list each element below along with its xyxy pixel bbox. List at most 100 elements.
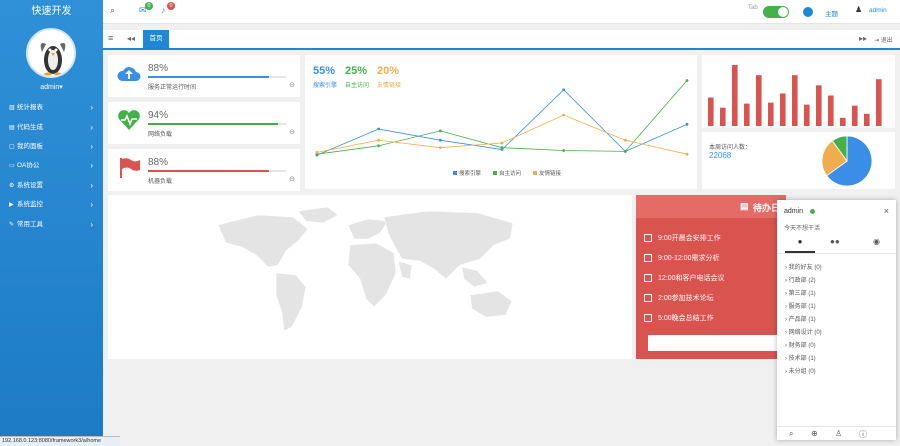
todo-checkbox[interactable] xyxy=(644,314,652,323)
tab-strip: ≡ ◂◂ 首页 ▸▸ ⇥ 退出 xyxy=(103,30,900,50)
data-point xyxy=(438,146,442,150)
tab-groups-icon[interactable]: ●● xyxy=(830,237,840,246)
contact-group[interactable]: › 第三部 (1) xyxy=(785,288,816,297)
contact-group[interactable]: › 网络设计 (0) xyxy=(785,327,822,336)
contact-group[interactable]: › 我的好友 (0) xyxy=(785,262,822,271)
toggle-knob xyxy=(778,7,788,17)
bar xyxy=(840,117,846,126)
network-value: 94% xyxy=(148,110,169,121)
close-icon[interactable]: × xyxy=(884,206,889,216)
chevron-right-icon: › xyxy=(90,181,93,190)
sidebar-item-reports[interactable]: ▥ 统计报表 › xyxy=(0,98,103,117)
sidebar-user[interactable]: admin▾ xyxy=(0,83,103,91)
tabs-forward-icon[interactable]: ▸▸ xyxy=(859,34,867,43)
data-point xyxy=(623,150,627,153)
chevron-right-icon: › xyxy=(90,200,93,209)
app-title: 快速开发 xyxy=(31,6,72,17)
message-icon[interactable]: ✉ 0 xyxy=(139,2,153,16)
tab-toggle[interactable] xyxy=(763,6,789,18)
contact-group[interactable]: › 服务部 (1) xyxy=(785,301,816,310)
theme-link[interactable]: 主题 xyxy=(825,8,838,18)
todo-item[interactable]: 12:00和客户电话会议 xyxy=(644,273,725,283)
todo-checkbox[interactable] xyxy=(644,234,652,243)
todo-checkbox[interactable] xyxy=(644,294,652,303)
chat-user-name: admin xyxy=(784,208,804,215)
pie-chart-card: 本周访问人数： 22068 xyxy=(702,132,895,189)
home-icon: ▢ xyxy=(9,144,15,150)
more-icon[interactable]: ⊖ xyxy=(289,175,295,183)
contact-group[interactable]: › 未分组 (0) xyxy=(785,366,816,375)
todo-item[interactable]: 2:00参加技术论坛 xyxy=(644,293,714,303)
data-point xyxy=(438,138,442,142)
chat-tabs: ● ●● ◉ xyxy=(777,237,896,254)
bar xyxy=(744,103,750,126)
todo-card: ▤ 待办日 9:00开晨会安排工作 9:00-12:00需求分析 12:00和客… xyxy=(636,195,786,359)
menu-toggle-icon[interactable]: ≡ xyxy=(108,33,113,43)
todo-text: 5:00晚会总结工作 xyxy=(658,315,714,322)
search-icon[interactable]: ⌕ xyxy=(110,5,115,16)
cloud-upload-icon xyxy=(117,67,141,81)
todo-checkbox[interactable] xyxy=(644,274,652,283)
weekly-bar-chart xyxy=(708,65,882,126)
sidebar-item-label: 系统设置 xyxy=(17,182,43,189)
weekly-visitors-label: 本周访问人数： xyxy=(709,145,752,151)
data-point xyxy=(562,149,566,152)
sidebar-item-panel[interactable]: ▢ 我的面板 › xyxy=(0,137,103,156)
contact-group-label: 技术部 (1) xyxy=(788,356,816,362)
tabs-back-icon[interactable]: ◂◂ xyxy=(127,34,135,43)
bell-icon[interactable]: ♪ 0 xyxy=(161,2,175,15)
contact-group[interactable]: › 技术部 (1) xyxy=(785,353,816,362)
sidebar-item-label: 系统监控 xyxy=(17,201,43,208)
legend-swatch xyxy=(493,171,497,175)
search-icon[interactable]: ⌕ xyxy=(789,429,793,439)
tab-friends-icon[interactable]: ● xyxy=(785,237,815,253)
data-point xyxy=(562,113,566,117)
bar xyxy=(732,65,738,126)
info-icon[interactable]: ⓘ xyxy=(859,429,867,440)
sidebar-item-tools[interactable]: ✎ 常用工具 › xyxy=(0,215,103,234)
uptime-value: 88% xyxy=(148,63,169,74)
legend-swatch xyxy=(453,171,457,175)
world-map-card xyxy=(108,195,632,359)
avatar[interactable] xyxy=(26,28,76,78)
sidebar-item-codegen[interactable]: ▤ 代码生成 › xyxy=(0,118,103,137)
todo-checkbox[interactable] xyxy=(644,254,652,263)
tab-toggle-label: Tab xyxy=(748,5,758,11)
more-icon[interactable]: ⊖ xyxy=(289,81,295,89)
todo-item[interactable]: 5:00晚会总结工作 xyxy=(644,313,714,323)
chat-toolbar: ⌕ ⊕ ♙ ⓘ xyxy=(777,426,896,440)
legend-label: 友情链接 xyxy=(539,169,562,177)
tab-home[interactable]: 首页 xyxy=(143,30,169,48)
sidebar: 快速开发 admin▾ ▥ 统计报表 › ▤ 代码生成 › ▢ 我的面板 › ▭ OA协公 › … xyxy=(0,0,103,446)
world-map xyxy=(217,206,514,332)
contact-group-label: 财务部 (0) xyxy=(788,343,816,349)
messages-badge: 0 xyxy=(145,2,153,10)
sidebar-item-settings[interactable]: ⚙ 系统设置 › xyxy=(0,176,103,195)
tab-history-icon[interactable]: ◉ xyxy=(873,237,880,246)
user-link[interactable]: admin xyxy=(869,7,887,14)
contact-group[interactable]: › 行政部 (2) xyxy=(785,275,816,284)
bar xyxy=(804,104,810,126)
flag-icon xyxy=(120,158,140,178)
theme-dot-icon[interactable] xyxy=(803,7,813,17)
bar xyxy=(720,107,726,126)
todo-item[interactable]: 9:00开晨会安排工作 xyxy=(644,233,721,243)
calendar-icon: ▤ xyxy=(740,201,749,211)
legend-label: 自主访问 xyxy=(499,169,521,177)
add-icon[interactable]: ⊕ xyxy=(811,429,818,438)
sidebar-item-label: 代码生成 xyxy=(17,124,43,131)
uptime-label: 服务正常运行时间 xyxy=(148,85,197,91)
chat-status-text[interactable]: 今天不想干活 xyxy=(784,223,820,232)
more-icon[interactable]: ⊖ xyxy=(289,128,295,136)
tab-close-button[interactable]: ⇥ 退出 xyxy=(874,35,893,44)
contact-group-label: 我的好友 (0) xyxy=(788,265,822,271)
heartbeat-icon xyxy=(118,110,140,130)
todo-input[interactable] xyxy=(648,335,778,351)
sidebar-item-monitor[interactable]: ▶ 系统监控 › xyxy=(0,195,103,214)
skin-icon[interactable]: ♙ xyxy=(835,429,842,438)
contact-group[interactable]: › 产品部 (1) xyxy=(785,314,816,323)
sidebar-item-oa[interactable]: ▭ OA协公 › xyxy=(0,156,103,175)
contact-group-label: 产品部 (1) xyxy=(788,317,816,323)
todo-item[interactable]: 9:00-12:00需求分析 xyxy=(644,253,719,263)
contact-group[interactable]: › 财务部 (0) xyxy=(785,340,816,349)
